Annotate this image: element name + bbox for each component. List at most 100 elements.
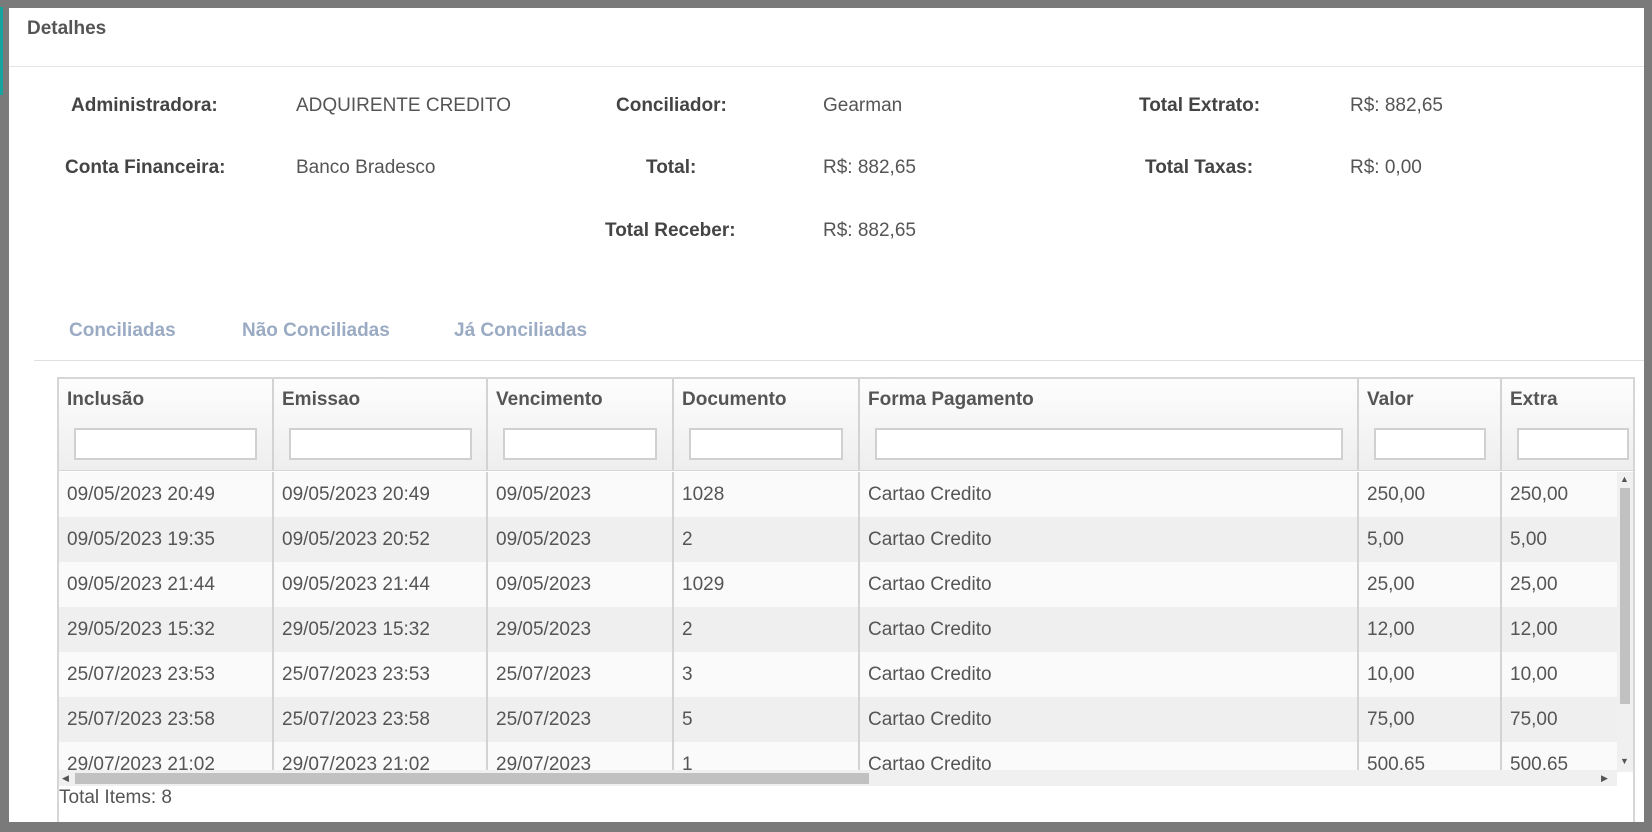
details-modal: Detalhes Administradora: ADQUIRENTE CRED… <box>9 8 1644 822</box>
filter-input-vencimento[interactable] <box>503 428 657 460</box>
cell-documento: 5 <box>674 697 860 742</box>
cell-emissao: 25/07/2023 23:53 <box>274 652 488 697</box>
filter-input-inclusao[interactable] <box>74 428 257 460</box>
column-title: Extra <box>1510 389 1558 410</box>
cell-emissao: 25/07/2023 23:58 <box>274 697 488 742</box>
filter-input-documento[interactable] <box>689 428 843 460</box>
administradora-value: ADQUIRENTE CREDITO <box>296 95 512 116</box>
cell-forma-pagamento: Cartao Credito <box>860 697 1359 742</box>
column-title: Forma Pagamento <box>868 389 1034 410</box>
cell-extra: 75,00 <box>1510 709 1558 730</box>
cell-valor: 75,00 <box>1359 697 1502 742</box>
cell-vencimento: 09/05/2023 <box>488 562 674 607</box>
cell-forma-pagamento: Cartao Credito <box>860 742 1359 773</box>
grid-body: 09/05/2023 20:49 09/05/2023 20:49 09/05/… <box>59 472 1619 773</box>
vertical-scroll-thumb[interactable] <box>1620 488 1630 704</box>
table-row[interactable]: 09/05/2023 21:44 09/05/2023 21:44 09/05/… <box>59 562 1619 607</box>
column-title: Emissao <box>282 389 361 410</box>
cell-valor: 25,00 <box>1359 562 1502 607</box>
column-header-vencimento[interactable]: Vencimento <box>488 379 674 470</box>
column-title: Valor <box>1367 389 1414 410</box>
conciliador-value: Gearman <box>823 95 903 116</box>
cell-inclusao: 25/07/2023 23:53 <box>59 652 274 697</box>
cell-forma-pagamento: Cartao Credito <box>860 607 1359 652</box>
table-row[interactable]: 29/07/2023 21:02 29/07/2023 21:02 29/07/… <box>59 742 1619 773</box>
cell-emissao: 09/05/2023 20:49 <box>274 472 488 517</box>
filter-input-valor[interactable] <box>1374 428 1486 460</box>
column-header-extra[interactable]: Extra <box>1502 379 1633 470</box>
filter-input-extra[interactable] <box>1517 428 1629 460</box>
cell-documento: 2 <box>674 517 860 562</box>
cell-vencimento: 29/07/2023 <box>488 742 674 773</box>
cell-extra: 250,00 <box>1510 484 1569 505</box>
total-value: R$: 882,65 <box>823 157 916 178</box>
total-items-label: Total Items: 8 <box>59 787 172 808</box>
cell-inclusao: 25/07/2023 23:58 <box>59 697 274 742</box>
cell-forma-pagamento: Cartao Credito <box>860 562 1359 607</box>
column-header-valor[interactable]: Valor <box>1359 379 1502 470</box>
scroll-up-icon[interactable]: ▲ <box>1620 474 1629 484</box>
cell-extra: 500,65 <box>1510 754 1569 773</box>
cell-vencimento: 29/05/2023 <box>488 607 674 652</box>
column-header-documento[interactable]: Documento <box>674 379 860 470</box>
cell-inclusao: 29/05/2023 15:32 <box>59 607 274 652</box>
cell-documento: 2 <box>674 607 860 652</box>
conta-financeira-label: Conta Financeira: <box>65 157 226 178</box>
cell-forma-pagamento: Cartao Credito <box>860 472 1359 517</box>
cell-valor: 10,00 <box>1359 652 1502 697</box>
scroll-left-icon[interactable]: ◀ <box>62 772 69 784</box>
total-taxas-label: Total Taxas: <box>1145 157 1254 178</box>
table-row[interactable]: 25/07/2023 23:53 25/07/2023 23:53 25/07/… <box>59 652 1619 697</box>
column-title: Documento <box>682 389 787 410</box>
cell-forma-pagamento: Cartao Credito <box>860 652 1359 697</box>
cell-documento: 3 <box>674 652 860 697</box>
grid-header: Inclusão Emissao Vencimento Documento Fo… <box>59 379 1633 471</box>
data-grid: Inclusão Emissao Vencimento Documento Fo… <box>57 377 1635 822</box>
filter-input-emissao[interactable] <box>289 428 472 460</box>
table-row[interactable]: 29/05/2023 15:32 29/05/2023 15:32 29/05/… <box>59 607 1619 652</box>
scroll-down-icon[interactable]: ▼ <box>1620 756 1629 766</box>
cell-extra: 10,00 <box>1510 664 1558 685</box>
conta-financeira-value: Banco Bradesco <box>296 157 436 178</box>
horizontal-scrollbar[interactable]: ◀ ▶ <box>59 770 1617 786</box>
cell-documento: 1 <box>674 742 860 773</box>
cell-inclusao: 09/05/2023 19:35 <box>59 517 274 562</box>
total-receber-value: R$: 882,65 <box>823 220 916 241</box>
cell-inclusao: 29/07/2023 21:02 <box>59 742 274 773</box>
table-row[interactable]: 25/07/2023 23:58 25/07/2023 23:58 25/07/… <box>59 697 1619 742</box>
filter-input-forma-pagamento[interactable] <box>875 428 1343 460</box>
tab-conciliadas[interactable]: Conciliadas <box>69 320 176 342</box>
total-taxas-value: R$: 0,00 <box>1350 157 1422 178</box>
cell-extra: 5,00 <box>1510 529 1547 550</box>
cell-emissao: 29/07/2023 21:02 <box>274 742 488 773</box>
column-header-emissao[interactable]: Emissao <box>274 379 488 470</box>
cell-documento: 1029 <box>674 562 860 607</box>
horizontal-scroll-thumb[interactable] <box>75 773 869 784</box>
tab-ja-conciliadas[interactable]: Já Conciliadas <box>454 320 587 342</box>
cell-emissao: 09/05/2023 21:44 <box>274 562 488 607</box>
tab-bar: Conciliadas Não Conciliadas Já Conciliad… <box>34 308 1644 361</box>
scroll-right-icon[interactable]: ▶ <box>1601 772 1608 784</box>
cell-extra: 12,00 <box>1510 619 1558 640</box>
cell-documento: 1028 <box>674 472 860 517</box>
total-label: Total: <box>646 157 697 178</box>
cell-vencimento: 09/05/2023 <box>488 472 674 517</box>
table-row[interactable]: 09/05/2023 19:35 09/05/2023 20:52 09/05/… <box>59 517 1619 562</box>
total-receber-label: Total Receber: <box>605 220 736 241</box>
administradora-label: Administradora: <box>71 95 218 116</box>
table-row[interactable]: 09/05/2023 20:49 09/05/2023 20:49 09/05/… <box>59 472 1619 517</box>
total-extrato-value: R$: 882,65 <box>1350 95 1443 116</box>
vertical-scrollbar[interactable]: ▲ ▼ <box>1617 472 1633 772</box>
tab-nao-conciliadas[interactable]: Não Conciliadas <box>242 320 390 342</box>
column-header-forma-pagamento[interactable]: Forma Pagamento <box>860 379 1359 470</box>
cell-inclusao: 09/05/2023 21:44 <box>59 562 274 607</box>
cell-emissao: 09/05/2023 20:52 <box>274 517 488 562</box>
cell-valor: 12,00 <box>1359 607 1502 652</box>
cell-valor: 500,65 <box>1359 742 1502 773</box>
total-extrato-label: Total Extrato: <box>1139 95 1261 116</box>
column-header-inclusao[interactable]: Inclusão <box>59 379 274 470</box>
cell-vencimento: 25/07/2023 <box>488 697 674 742</box>
conciliador-label: Conciliador: <box>616 95 727 116</box>
cell-extra: 25,00 <box>1510 574 1558 595</box>
cell-valor: 250,00 <box>1359 472 1502 517</box>
